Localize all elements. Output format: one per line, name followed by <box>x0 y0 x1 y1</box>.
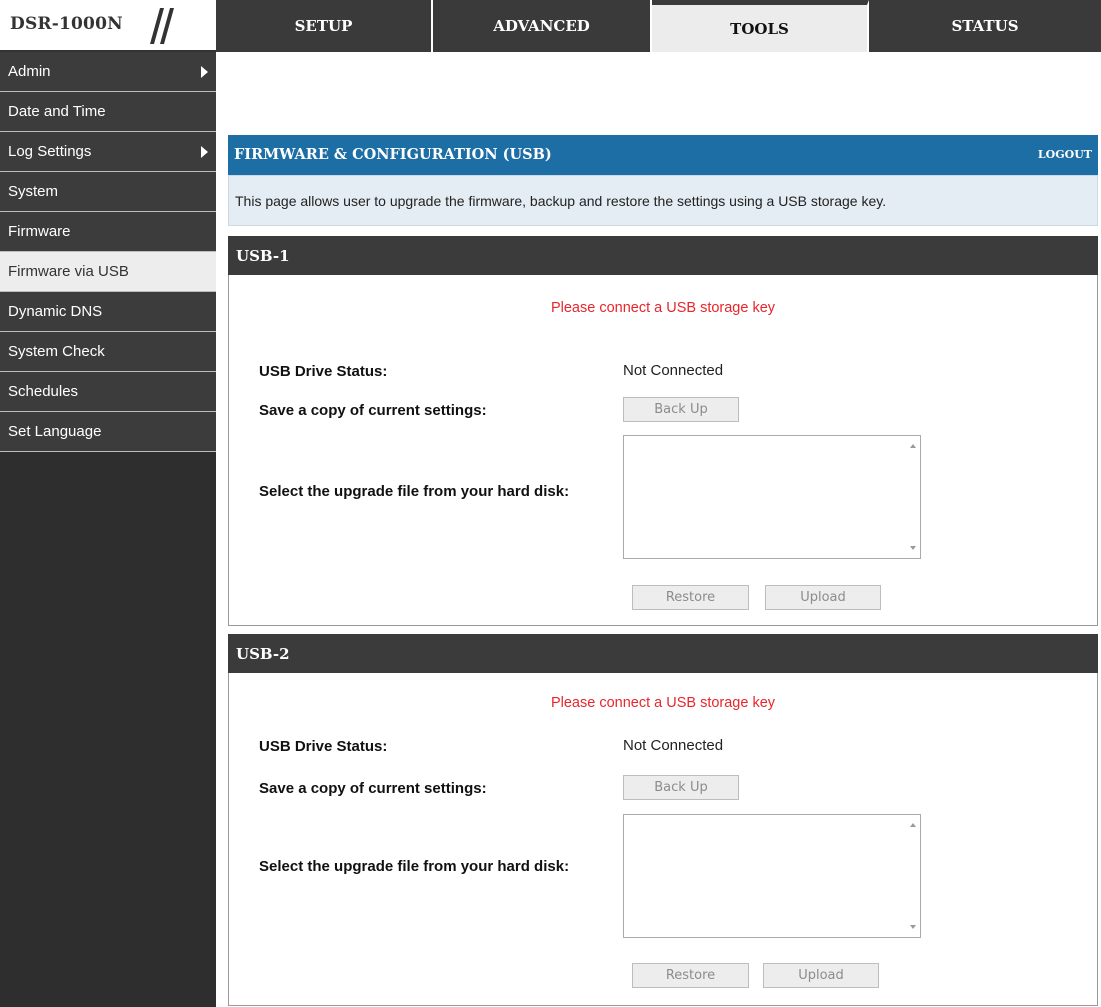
sidebar-item-firmware[interactable]: Firmware <box>0 212 216 252</box>
sidebar-item-admin[interactable]: Admin <box>0 52 216 92</box>
backup-settings-label: Save a copy of current settings: <box>259 402 487 419</box>
usb-warning-message: Please connect a USB storage key <box>550 300 776 316</box>
sidebar-item-label: Date and Time <box>8 103 106 120</box>
usb-drive-status-label: USB Drive Status: <box>259 738 388 755</box>
restore-button[interactable]: Restore <box>632 963 749 988</box>
section-header-usb-2: USB-2 <box>228 634 1098 673</box>
upgrade-file-list[interactable] <box>623 814 921 938</box>
sidebar-item-log-settings[interactable]: Log Settings <box>0 132 216 172</box>
model-name: DSR-1000N <box>10 14 123 34</box>
sidebar-item-set-language[interactable]: Set Language <box>0 412 216 452</box>
upgrade-file-list[interactable] <box>623 435 921 559</box>
page-description: This page allows user to upgrade the fir… <box>228 175 1098 226</box>
upload-button[interactable]: Upload <box>765 585 881 610</box>
sidebar: Admin Date and Time Log Settings System … <box>0 52 216 1007</box>
sidebar-item-label: Dynamic DNS <box>8 303 103 320</box>
usb-warning-message: Please connect a USB storage key <box>550 695 776 711</box>
scroll-down-arrow-icon[interactable] <box>910 546 916 550</box>
sidebar-item-label: Set Language <box>8 423 102 440</box>
page-title: FIRMWARE & CONFIGURATION (USB) <box>234 146 552 163</box>
main-tabs: SETUP ADVANCED TOOLS STATUS <box>216 0 1101 52</box>
tab-tools[interactable]: TOOLS <box>652 0 869 52</box>
section-usb-2: Please connect a USB storage key USB Dri… <box>228 673 1098 1006</box>
sidebar-item-label: Log Settings <box>8 143 92 160</box>
restore-button[interactable]: Restore <box>632 585 749 610</box>
sidebar-item-system[interactable]: System <box>0 172 216 212</box>
sidebar-item-system-check[interactable]: System Check <box>0 332 216 372</box>
sidebar-item-schedules[interactable]: Schedules <box>0 372 216 412</box>
logout-link[interactable]: LOGOUT <box>1038 148 1092 161</box>
sidebar-item-label: Firmware <box>8 223 71 240</box>
page-header: FIRMWARE & CONFIGURATION (USB) LOGOUT <box>228 135 1098 175</box>
back-up-button[interactable]: Back Up <box>623 397 739 422</box>
scroll-up-arrow-icon[interactable] <box>910 823 916 827</box>
section-header-usb-1: USB-1 <box>228 236 1098 275</box>
sidebar-item-firmware-via-usb[interactable]: Firmware via USB <box>0 252 216 292</box>
usb-drive-status-value: Not Connected <box>623 362 724 379</box>
sidebar-item-label: Firmware via USB <box>8 263 129 280</box>
backup-settings-label: Save a copy of current settings: <box>259 780 487 797</box>
usb-drive-status-value: Not Connected <box>623 737 724 754</box>
upgrade-file-label: Select the upgrade file from your hard d… <box>259 858 570 875</box>
sidebar-item-label: Schedules <box>8 383 79 400</box>
scroll-down-arrow-icon[interactable] <box>910 925 916 929</box>
upgrade-file-label: Select the upgrade file from your hard d… <box>259 483 570 500</box>
submenu-arrow-icon <box>201 146 208 158</box>
tab-advanced[interactable]: ADVANCED <box>433 0 652 52</box>
back-up-button[interactable]: Back Up <box>623 775 739 800</box>
section-usb-1: Please connect a USB storage key USB Dri… <box>228 275 1098 626</box>
sidebar-item-dynamic-dns[interactable]: Dynamic DNS <box>0 292 216 332</box>
scroll-up-arrow-icon[interactable] <box>910 444 916 448</box>
tab-setup[interactable]: SETUP <box>216 0 433 52</box>
usb-drive-status-label: USB Drive Status: <box>259 363 388 380</box>
sidebar-item-label: Admin <box>8 63 51 80</box>
submenu-arrow-icon <box>201 66 208 78</box>
upload-button[interactable]: Upload <box>763 963 879 988</box>
sidebar-item-date-and-time[interactable]: Date and Time <box>0 92 216 132</box>
top-navigation-bar: DSR-1000N SETUP ADVANCED TOOLS STATUS <box>0 0 1101 52</box>
tab-status[interactable]: STATUS <box>869 0 1101 52</box>
brand-area: DSR-1000N <box>0 0 216 52</box>
brand-slash-logo <box>150 8 174 44</box>
sidebar-item-label: System <box>8 183 59 200</box>
sidebar-item-label: System Check <box>8 343 105 360</box>
